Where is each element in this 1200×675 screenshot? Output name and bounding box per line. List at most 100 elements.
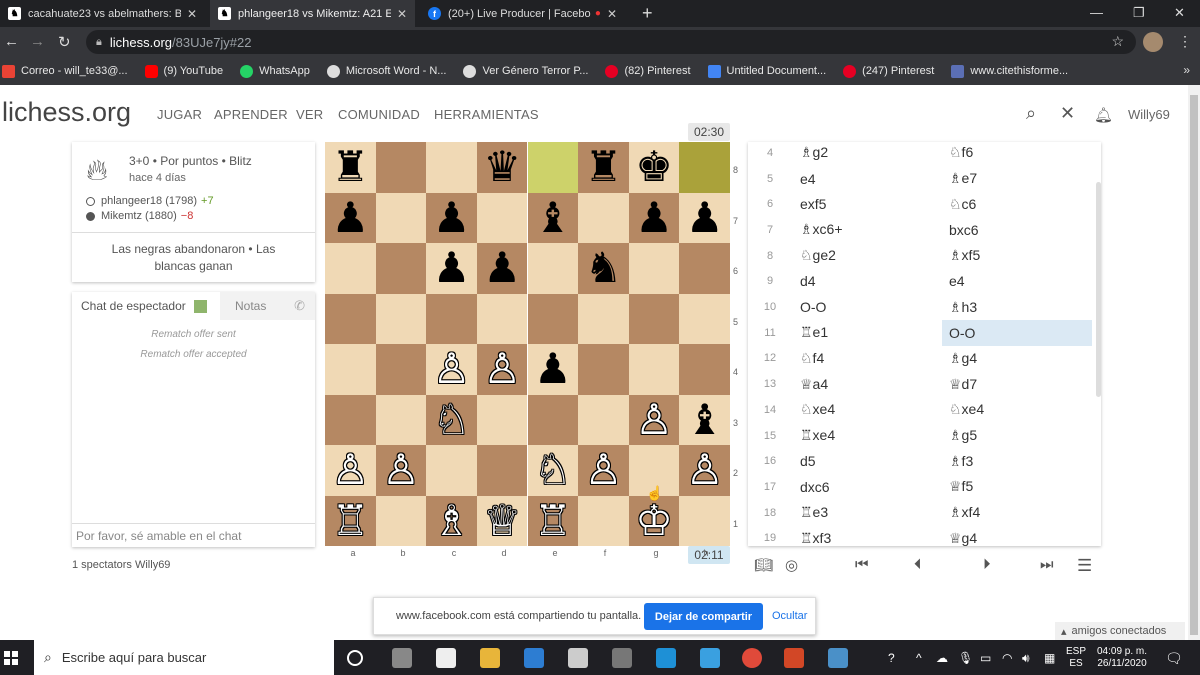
square-e5[interactable]: [527, 293, 579, 344]
chess-board[interactable]: ♜ ♛ ♜ ♚ ♟ ♟ ♝ ♟ ♟ ♟ ♟ ♞ ♙ ♙ ♟ ♘ ♙ ♝ ♙ ♙ ♘ ♙ ♙ ♖ ♗ ♕ ♖ ♔: [325, 142, 730, 546]
square-e1[interactable]: ♖: [527, 495, 579, 546]
square-d7[interactable]: [476, 192, 528, 243]
black-knight-icon[interactable]: ♞: [585, 247, 623, 289]
white-pawn-icon[interactable]: ♙: [585, 449, 623, 491]
friends-online[interactable]: ▴ amigos conectados: [1055, 622, 1185, 640]
white-pawn-icon[interactable]: ♙: [433, 348, 471, 390]
black-move[interactable]: e4: [942, 269, 1092, 295]
square-d1[interactable]: ♕: [476, 495, 528, 546]
language-indicator[interactable]: ESP ES: [1066, 646, 1086, 670]
square-g3[interactable]: ♙: [628, 394, 680, 445]
white-move[interactable]: ♘f4: [792, 346, 942, 372]
white-knight-icon[interactable]: ♘: [433, 398, 471, 441]
square-h2[interactable]: ♙: [679, 445, 730, 496]
phone-icon[interactable]: ✆: [294, 298, 305, 314]
black-move[interactable]: ♕g4: [942, 526, 1092, 547]
black-move[interactable]: ♕d7: [942, 371, 1092, 397]
black-move[interactable]: ♘f6: [942, 142, 1092, 166]
square-c2[interactable]: [426, 445, 477, 496]
nav-aprender[interactable]: APRENDER: [214, 107, 288, 122]
mic-icon[interactable]: 🎙︎: [958, 651, 973, 665]
chrome-icon[interactable]: [742, 648, 762, 668]
white-pawn-icon[interactable]: ♙: [331, 449, 369, 491]
black-queen-icon[interactable]: ♛: [483, 146, 521, 188]
app-icon[interactable]: [700, 648, 720, 668]
white-move[interactable]: ♘ge2: [792, 243, 942, 269]
browser-tab-3[interactable]: f (20+) Live Producer | Facebo ● ✕: [420, 0, 625, 27]
profile-avatar[interactable]: [1143, 32, 1163, 52]
square-d5[interactable]: [476, 293, 528, 344]
square-h6[interactable]: [679, 243, 730, 294]
square-d8[interactable]: ♛: [476, 142, 528, 193]
app-icon[interactable]: [524, 648, 544, 668]
square-b3[interactable]: [375, 394, 427, 445]
bookmark-item[interactable]: (9) YouTube: [144, 64, 223, 78]
black-pawn-icon[interactable]: ♟: [331, 196, 369, 239]
square-d6[interactable]: ♟: [476, 243, 528, 294]
bookmark-item[interactable]: Correo - will_te33@...: [2, 64, 128, 78]
last-move-icon[interactable]: ⏭: [1040, 556, 1054, 573]
black-pawn-icon[interactable]: ♟: [433, 196, 471, 239]
white-move[interactable]: ♗xc6+: [792, 217, 942, 243]
square-g4[interactable]: [628, 344, 680, 395]
white-move[interactable]: ♖xf3: [792, 526, 942, 547]
square-b1[interactable]: [375, 495, 427, 546]
square-a8[interactable]: ♜: [325, 142, 376, 193]
square-h7[interactable]: ♟: [679, 192, 730, 243]
square-d3[interactable]: [476, 394, 528, 445]
wifi-icon[interactable]: ◠: [1002, 651, 1012, 665]
volume-icon[interactable]: 🔊︎: [1022, 651, 1030, 666]
white-move[interactable]: ♖xe4: [792, 423, 942, 449]
site-logo[interactable]: lichess.org: [2, 97, 131, 128]
bookmark-item[interactable]: Ver Género Terror P...: [463, 64, 588, 78]
forward-icon[interactable]: →: [30, 33, 45, 50]
browser-menu-icon[interactable]: ⋮: [1178, 33, 1192, 50]
square-h8[interactable]: [679, 142, 730, 193]
square-f6[interactable]: ♞: [578, 243, 629, 294]
white-knight-icon[interactable]: ♘: [534, 449, 572, 491]
square-c7[interactable]: ♟: [426, 192, 477, 243]
square-h4[interactable]: [679, 344, 730, 395]
white-queen-icon[interactable]: ♕: [483, 499, 521, 542]
square-b6[interactable]: [375, 243, 427, 294]
square-g7[interactable]: ♟: [628, 192, 680, 243]
square-f8[interactable]: ♜: [578, 142, 629, 193]
nav-ver[interactable]: VER: [296, 107, 323, 122]
black-rook-icon[interactable]: ♜: [585, 146, 623, 188]
nav-herramientas[interactable]: HERRAMIENTAS: [434, 107, 539, 122]
square-g5[interactable]: [628, 293, 680, 344]
black-pawn-icon[interactable]: ♟: [635, 196, 673, 239]
square-g1[interactable]: ♔: [628, 495, 680, 546]
cortana-icon[interactable]: [347, 650, 363, 666]
bell-icon[interactable]: 🔔︎: [1094, 106, 1113, 124]
move-list-scrollbar[interactable]: [1096, 182, 1101, 397]
white-player[interactable]: phlangeer18 (1798) +7: [86, 195, 214, 207]
tab-spectator-chat[interactable]: Chat de espectador: [72, 292, 220, 320]
square-e4[interactable]: ♟: [527, 344, 579, 395]
black-move[interactable]: ♗g5: [942, 423, 1092, 449]
square-f7[interactable]: [578, 192, 629, 243]
page-scrollbar[interactable]: [1188, 85, 1200, 640]
swords-icon[interactable]: ✕: [1060, 103, 1075, 124]
bookmark-star-icon[interactable]: ☆: [1111, 33, 1124, 50]
black-move[interactable]: bxc6: [942, 217, 1092, 243]
white-move[interactable]: O-O: [792, 294, 942, 320]
square-b2[interactable]: ♙: [375, 445, 427, 496]
edge-icon[interactable]: [656, 648, 676, 668]
square-c8[interactable]: [426, 142, 477, 193]
white-move[interactable]: dxc6: [792, 474, 942, 500]
browser-tab-2[interactable]: ♞ phlangeer18 vs Mikemtz: A21 Er... ✕: [210, 0, 415, 27]
square-e6[interactable]: [527, 243, 579, 294]
powerpoint-icon[interactable]: [784, 648, 804, 668]
photos-icon[interactable]: [828, 648, 848, 668]
black-move[interactable]: ♗h3: [942, 294, 1092, 320]
square-f1[interactable]: [578, 495, 629, 546]
app-icon[interactable]: [436, 648, 456, 668]
white-move[interactable]: e4: [792, 166, 942, 192]
app-icon[interactable]: [568, 648, 588, 668]
windows-start-icon[interactable]: [4, 651, 18, 665]
square-a7[interactable]: ♟: [325, 192, 376, 243]
black-move[interactable]: ♗f3: [942, 448, 1092, 474]
square-e3[interactable]: [527, 394, 579, 445]
square-f2[interactable]: ♙: [578, 445, 629, 496]
